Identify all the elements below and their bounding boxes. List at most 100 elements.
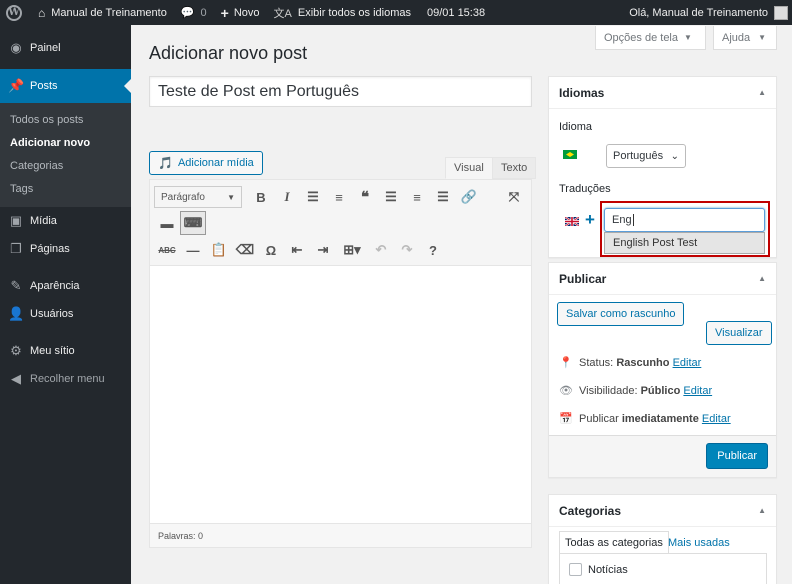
- category-checkbox[interactable]: [569, 563, 582, 576]
- outdent-icon[interactable]: ⇤: [284, 238, 310, 262]
- dashboard-icon: ◉: [10, 40, 22, 55]
- wp-logo-menu[interactable]: W: [0, 0, 32, 25]
- visibility-label: Visibilidade:: [579, 384, 638, 397]
- help-button[interactable]: Ajuda ▼: [713, 26, 777, 50]
- tab-all-categories[interactable]: Todas as categorias: [559, 531, 669, 554]
- add-media-button[interactable]: 🎵 Adicionar mídia: [149, 151, 263, 175]
- add-translation-icon[interactable]: +: [585, 210, 595, 230]
- collapse-arrow-icon[interactable]: ▲: [758, 506, 766, 515]
- languages-box-header[interactable]: Idiomas ▲: [549, 77, 776, 109]
- bullet-list-icon[interactable]: ☰: [300, 185, 326, 209]
- comments-link[interactable]: 💬 0: [173, 0, 213, 25]
- paste-text-icon[interactable]: 📋: [206, 238, 232, 262]
- strikethrough-icon[interactable]: ABC: [154, 238, 180, 262]
- categories-box-title: Categorias: [559, 503, 622, 518]
- languages-filter-menu[interactable]: 文A Exibir todos os idiomas: [266, 0, 417, 25]
- tab-text[interactable]: Texto: [492, 157, 537, 179]
- categories-box-header[interactable]: Categorias ▲: [549, 495, 776, 527]
- editor-toolbar: Parágrafo ▼ B I ☰ ≡ ❝ ☰ ≡ ☰ 🔗 ⤧ ▬ ⌨ ABC: [150, 180, 531, 266]
- edit-schedule-link[interactable]: Editar: [702, 413, 731, 425]
- submenu-item-categories[interactable]: Categorias: [0, 155, 131, 178]
- submenu-item-all-posts[interactable]: Todos os posts: [0, 109, 131, 132]
- collapse-arrow-icon[interactable]: ▲: [758, 274, 766, 283]
- blockquote-icon[interactable]: ❝: [352, 185, 378, 209]
- sidebar-item-midia[interactable]: ▣ Mídia: [0, 207, 131, 235]
- my-account-menu[interactable]: Olá, Manual de Treinamento: [623, 0, 792, 25]
- numbered-list-icon[interactable]: ≡: [326, 185, 352, 209]
- site-name-link[interactable]: ⌂ Manual de Treinamento: [32, 0, 173, 25]
- preview-button[interactable]: Visualizar: [706, 321, 772, 345]
- undo-icon[interactable]: ↶: [368, 238, 394, 262]
- calendar-icon: 📅: [559, 413, 573, 425]
- sidebar-item-label: Mídia: [30, 215, 57, 227]
- publish-time-value: imediatamente: [621, 412, 699, 425]
- languages-box-title: Idiomas: [559, 85, 605, 100]
- sidebar-item-paginas[interactable]: ❐ Páginas: [0, 235, 131, 263]
- redo-icon[interactable]: ↷: [394, 238, 420, 262]
- word-count: Palavras: 0: [158, 530, 204, 541]
- post-editor: Parágrafo ▼ B I ☰ ≡ ❝ ☰ ≡ ☰ 🔗 ⤧ ▬ ⌨ ABC: [149, 179, 532, 548]
- publish-box-header[interactable]: Publicar ▲: [549, 263, 776, 295]
- comment-bubble-icon: 💬: [180, 7, 195, 19]
- sidebar-item-label: Recolher menu: [30, 373, 105, 385]
- toolbar-row-3: ABC — 📋 ⌫ Ω ⇤ ⇥ ⊞▾ ↶ ↷ ?: [154, 236, 527, 264]
- edit-visibility-link[interactable]: Editar: [683, 385, 712, 397]
- sidebar-item-meu-sitio[interactable]: ⚙ Meu sítio: [0, 337, 131, 365]
- table-icon[interactable]: ⊞▾: [336, 238, 368, 262]
- pin-icon: 📌: [8, 78, 25, 93]
- editor-content-area[interactable]: [150, 266, 531, 524]
- category-label: Notícias: [588, 563, 628, 576]
- help-question-icon[interactable]: ?: [420, 238, 446, 262]
- text-cursor: [632, 214, 634, 226]
- edit-status-link[interactable]: Editar: [673, 357, 702, 369]
- bold-icon[interactable]: B: [248, 185, 274, 209]
- align-center-icon[interactable]: ≡: [404, 185, 430, 209]
- category-item[interactable]: Notícias: [569, 563, 628, 576]
- visibility-value: Público: [640, 384, 681, 397]
- help-label: Ajuda: [722, 31, 751, 44]
- submenu-item-tags[interactable]: Tags: [0, 178, 131, 201]
- link-icon[interactable]: 🔗: [456, 185, 482, 209]
- tab-popular-label: Mais usadas: [668, 536, 730, 549]
- publish-button[interactable]: Publicar: [706, 443, 768, 469]
- brazil-flag-icon: [563, 150, 577, 159]
- language-label: Idioma: [559, 121, 593, 133]
- media-add-icon: 🎵: [158, 156, 173, 170]
- align-right-icon[interactable]: ☰: [430, 185, 456, 209]
- sidebar-item-posts[interactable]: 📌 Posts: [0, 69, 131, 103]
- avatar: [774, 5, 788, 20]
- collapse-arrow-icon[interactable]: ▲: [758, 88, 766, 97]
- language-select[interactable]: Português ⌄: [606, 144, 686, 168]
- toolbar-toggle-icon[interactable]: ⌨: [180, 211, 206, 235]
- wordpress-logo-icon: W: [6, 4, 22, 21]
- languages-box: Idiomas ▲ Idioma Português ⌄ Traduções +…: [548, 76, 777, 258]
- clear-formatting-icon[interactable]: ⌫: [232, 238, 258, 262]
- screen-options-button[interactable]: Opções de tela ▼: [595, 26, 706, 50]
- post-title-input[interactable]: [149, 76, 532, 107]
- align-left-icon[interactable]: ☰: [378, 185, 404, 209]
- translation-search-input[interactable]: Eng: [604, 208, 765, 232]
- sidebar-item-usuarios[interactable]: 👤 Usuários: [0, 300, 131, 328]
- italic-icon[interactable]: I: [274, 185, 300, 209]
- pages-icon: ❐: [10, 241, 22, 256]
- read-more-icon[interactable]: ▬: [154, 211, 180, 235]
- format-select[interactable]: Parágrafo ▼: [154, 186, 242, 208]
- translation-suggestion-item[interactable]: English Post Test: [604, 232, 765, 254]
- sidebar-item-painel[interactable]: ◉ Painel: [0, 31, 131, 65]
- uk-flag-icon: [565, 217, 579, 226]
- publish-button-label: Publicar: [717, 450, 757, 462]
- tab-most-used[interactable]: Mais usadas: [663, 531, 735, 554]
- submenu-item-add-new[interactable]: Adicionar novo: [0, 132, 131, 155]
- new-content-menu[interactable]: + Novo: [213, 0, 266, 25]
- horizontal-line-icon[interactable]: —: [180, 238, 206, 262]
- collapse-menu-button[interactable]: ◀ Recolher menu: [0, 365, 131, 393]
- status-row: 📍 Status: Rascunho Editar: [559, 356, 702, 370]
- special-character-icon[interactable]: Ω: [258, 238, 284, 262]
- save-draft-button[interactable]: Salvar como rascunho: [557, 302, 685, 326]
- fullscreen-icon[interactable]: ⤧: [501, 185, 527, 209]
- language-select-value: Português: [613, 150, 664, 162]
- indent-icon[interactable]: ⇥: [310, 238, 336, 262]
- tab-visual[interactable]: Visual: [445, 157, 493, 179]
- screen-options-label: Opções de tela: [604, 31, 678, 44]
- sidebar-item-aparencia[interactable]: ✎ Aparência: [0, 272, 131, 300]
